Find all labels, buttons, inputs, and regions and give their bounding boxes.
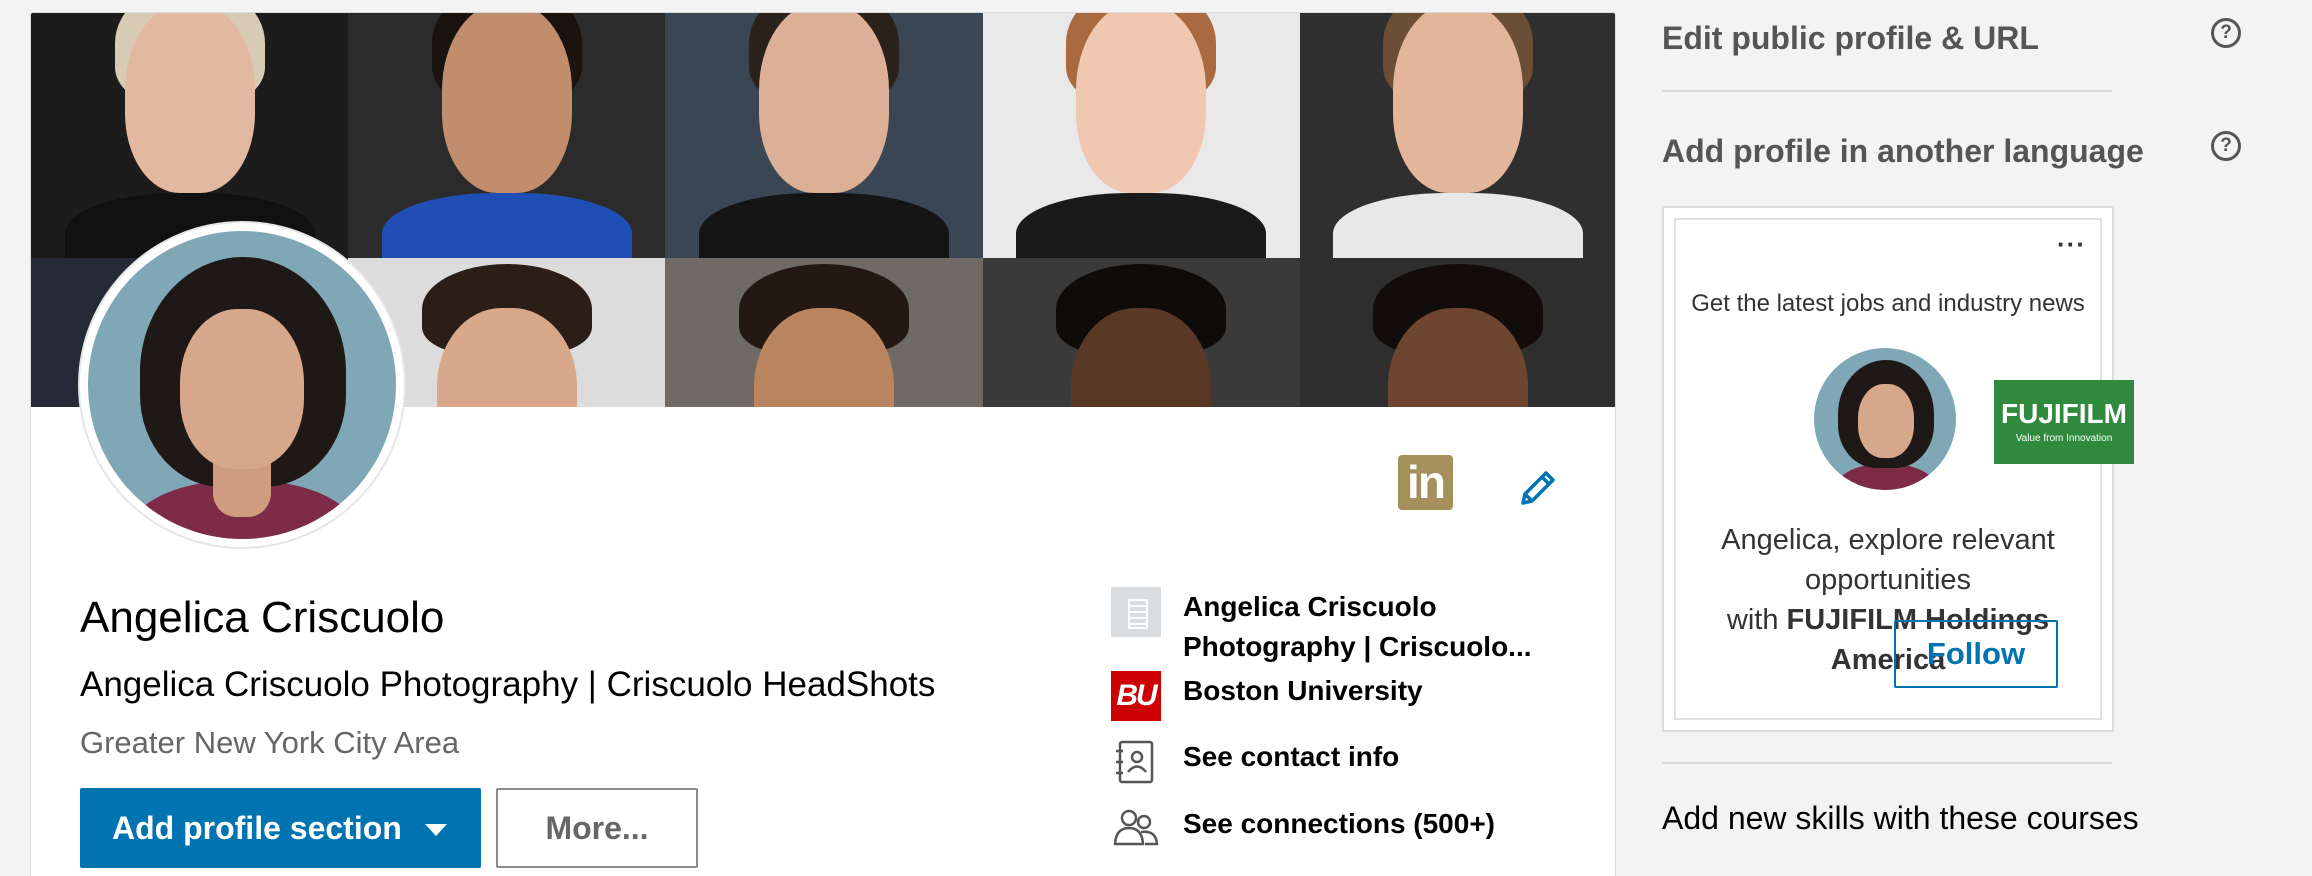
- building-icon: [1111, 587, 1161, 637]
- ad-member-photo: [1814, 348, 1956, 490]
- company-name-line2: Photography | Criscuolo...: [1183, 631, 1532, 662]
- fujifilm-company-logo[interactable]: FUJIFILM Value from Innovation: [1994, 380, 2134, 464]
- banner-headshot-tile: [1299, 258, 1615, 407]
- ad-content: ··· Get the latest jobs and industry new…: [1674, 218, 2134, 720]
- add-profile-language-link[interactable]: Add profile in another language: [1662, 133, 2144, 170]
- profile-top-card: in Angelica Criscuolo Angelica Criscuolo…: [30, 12, 1616, 876]
- add-profile-section-label: Add profile section: [112, 809, 402, 846]
- school-name: Boston University: [1183, 675, 1423, 706]
- linkedin-premium-badge-icon[interactable]: in: [1398, 455, 1453, 510]
- add-profile-section-button[interactable]: Add profile section: [80, 788, 481, 868]
- edit-public-profile-link[interactable]: Edit public profile & URL: [1662, 20, 2039, 57]
- profile-name: Angelica Criscuolo: [80, 593, 445, 642]
- ellipsis-icon[interactable]: ···: [2057, 231, 2086, 257]
- banner-headshot-tile: [982, 13, 1300, 258]
- ad-message-prefix: with: [1726, 604, 1787, 636]
- contact-info-link[interactable]: See contact info: [1111, 737, 1399, 787]
- contact-info-label: See contact info: [1183, 741, 1400, 772]
- current-company-link[interactable]: Angelica Criscuolo Photography | Criscuo…: [1111, 587, 1532, 667]
- question-circle-icon[interactable]: ?: [2211, 18, 2241, 48]
- banner-headshot-tile: [665, 258, 983, 407]
- profile-headline: Angelica Criscuolo Photography | Criscuo…: [80, 665, 936, 704]
- banner-headshot-tile: [665, 13, 983, 258]
- profile-location: Greater New York City Area: [80, 725, 460, 760]
- rail-divider: [1662, 762, 2112, 764]
- banner-headshot-tile: [982, 258, 1300, 407]
- ad-message-line1: Angelica, explore relevant opportunities: [1721, 524, 2055, 596]
- question-circle-icon[interactable]: ?: [2211, 131, 2241, 161]
- courses-heading: Add new skills with these courses: [1662, 800, 2139, 836]
- address-book-icon: [1116, 740, 1154, 784]
- pencil-icon[interactable]: [1515, 465, 1561, 511]
- connections-label: See connections (500+): [1183, 808, 1496, 839]
- fujifilm-logo-name: FUJIFILM: [2001, 398, 2127, 429]
- more-actions-button[interactable]: More...: [496, 788, 698, 868]
- boston-university-logo-icon: BU: [1111, 671, 1161, 721]
- people-icon: [1113, 809, 1159, 846]
- school-link[interactable]: BU Boston University: [1111, 671, 1423, 721]
- banner-headshot-tile: [31, 13, 349, 258]
- caret-down-icon: [425, 824, 447, 836]
- banner-headshot-tile: [348, 13, 666, 258]
- rail-divider: [1662, 90, 2112, 92]
- company-name-line1: Angelica Criscuolo: [1183, 591, 1437, 622]
- fujifilm-logo-tagline: Value from Innovation: [2015, 433, 2113, 444]
- profile-photo[interactable]: [80, 223, 404, 547]
- banner-headshot-tile: [1299, 13, 1615, 258]
- follow-button[interactable]: Follow: [1894, 620, 2058, 688]
- follow-company-ad: ··· Get the latest jobs and industry new…: [1662, 206, 2134, 732]
- profile-photo-image[interactable]: [88, 231, 396, 539]
- ad-tagline: Get the latest jobs and industry news: [1691, 290, 2085, 317]
- connections-link[interactable]: See connections (500+): [1111, 804, 1495, 854]
